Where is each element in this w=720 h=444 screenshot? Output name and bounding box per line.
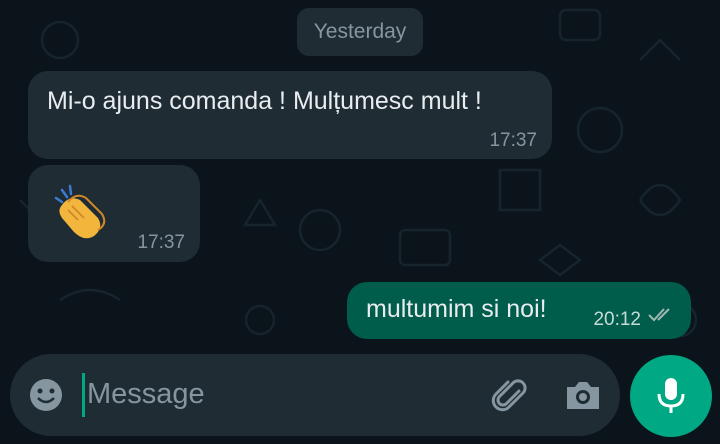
- microphone-icon[interactable]: [630, 355, 712, 437]
- message-time: 17:37: [137, 232, 185, 253]
- clapping-hands-icon: [48, 180, 110, 247]
- message-composer: Message: [10, 354, 620, 436]
- outgoing-message[interactable]: multumim si noi! 20:12: [347, 282, 691, 339]
- message-input[interactable]: Message: [87, 378, 205, 411]
- message-time: 17:37: [489, 130, 537, 151]
- camera-icon[interactable]: [563, 377, 603, 413]
- message-text: multumim si noi!: [366, 295, 547, 323]
- message-text: Mi-o ajuns comanda ! Mulțumesc mult !: [47, 87, 482, 115]
- date-separator: Yesterday: [297, 8, 423, 56]
- emoji-icon[interactable]: [28, 377, 64, 413]
- incoming-message[interactable]: Mi-o ajuns comanda ! Mulțumesc mult ! 17…: [28, 71, 552, 159]
- message-time: 20:12: [593, 309, 641, 330]
- double-check-icon: [647, 306, 677, 329]
- paperclip-icon[interactable]: [488, 375, 528, 415]
- incoming-emoji-message[interactable]: 17:37: [28, 165, 200, 262]
- text-cursor: [82, 373, 85, 417]
